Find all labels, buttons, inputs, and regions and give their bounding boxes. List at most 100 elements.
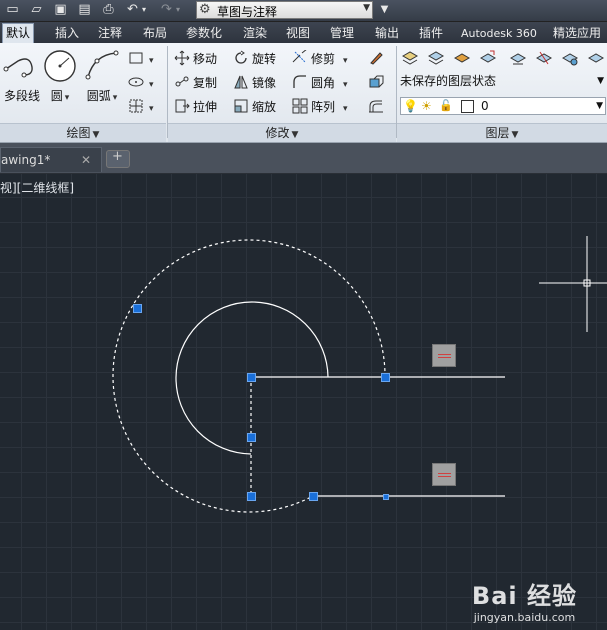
redo-icon[interactable]: ↷ (158, 2, 175, 18)
saveas-icon[interactable]: ▤ (76, 2, 93, 18)
offset-button[interactable] (368, 97, 387, 117)
grip[interactable] (381, 373, 390, 382)
redo-dropdown-icon[interactable]: ▾ (174, 2, 182, 18)
workspace-label: 草图与注释 (217, 5, 278, 19)
move-icon (174, 50, 190, 66)
stretch-icon (175, 99, 190, 113)
tab-autodesk-360[interactable]: Autodesk 360 (458, 24, 540, 43)
layers-panel-title[interactable]: 图层 ▼ (397, 123, 607, 142)
layer-off-icon (588, 53, 604, 63)
tab-manage[interactable]: 管理 (327, 24, 357, 43)
layer-states-icon (428, 51, 444, 65)
fillet-button[interactable]: 圆角 ▾ (292, 73, 348, 93)
document-tab[interactable]: awing1* ✕ (0, 147, 102, 172)
explode-icon (369, 75, 384, 88)
layer-freeze-icon (562, 53, 578, 66)
layer-previous-icon (480, 50, 496, 63)
document-tab-name: awing1* (1, 153, 51, 167)
fillet-label: 圆角 (311, 76, 336, 90)
save-icon[interactable]: ▣ (52, 2, 69, 18)
layer-freeze-button[interactable] (562, 49, 581, 69)
array-label: 阵列 (311, 100, 336, 114)
layer-properties-button[interactable] (402, 49, 421, 69)
current-layer-name: 0 (481, 99, 489, 113)
mirror-label: 镜像 (252, 76, 277, 90)
mirror-icon (234, 75, 248, 89)
erase-button[interactable] (368, 49, 387, 69)
chevron-down-icon: ▼ (596, 101, 603, 111)
print-icon[interactable]: ⎙ (100, 2, 117, 18)
circle-button[interactable]: 圆 ▾ (38, 47, 82, 109)
grip[interactable] (247, 373, 256, 382)
tab-plugins[interactable]: 插件 (416, 24, 446, 43)
move-button[interactable]: 移动 (174, 49, 217, 69)
layer-off-button[interactable] (588, 49, 607, 69)
layer-unisolate-icon (536, 51, 552, 65)
tab-view[interactable]: 视图 (283, 24, 313, 43)
hatch-icon (129, 99, 143, 113)
layer-state-dropdown[interactable]: 未保存的图层状态 ▼ (400, 73, 606, 91)
tab-parametric[interactable]: 参数化 (183, 24, 225, 43)
workspace-selector[interactable]: ⚙ 草图与注释 ▼ (196, 1, 373, 19)
ribbon: 多段线 圆 ▾ 圆弧 ▾ ▾ ▾ ▾ 绘图 ▼ 移动 旋转 修剪 ▾ 复制 镜像… (0, 43, 607, 143)
layer-properties-icon (402, 51, 418, 65)
layer-previous-button[interactable] (480, 49, 499, 69)
layer-color-swatch (461, 100, 474, 113)
hatch-button[interactable]: ▾ (128, 97, 154, 117)
copy-label: 复制 (193, 76, 218, 90)
tab-render[interactable]: 渲染 (240, 24, 270, 43)
modify-panel-title[interactable]: 修改 ▼ (168, 123, 396, 142)
rotate-button[interactable]: 旋转 (233, 49, 276, 69)
new-tab-button[interactable]: + (106, 149, 130, 168)
layer-unisolate-button[interactable] (536, 49, 555, 69)
lightbulb-icon: 💡 (403, 99, 418, 113)
drawing-geometry (112, 236, 607, 513)
tab-annotate[interactable]: 注释 (95, 24, 125, 43)
ribbon-tabs: 默认 插入 注释 布局 参数化 渲染 视图 管理 输出 插件 Autodesk … (0, 22, 607, 43)
undo-dropdown-icon[interactable]: ▾ (140, 2, 148, 18)
rotate-icon (235, 50, 247, 64)
new-icon[interactable]: ▭ (4, 2, 21, 18)
layer-match-button[interactable] (454, 49, 473, 69)
tab-featured-apps[interactable]: 精选应用 (550, 24, 604, 43)
copy-icon (175, 76, 189, 87)
mirror-button[interactable]: 镜像 (233, 73, 276, 93)
stretch-button[interactable]: 拉伸 (174, 97, 217, 117)
undo-icon[interactable]: ↶ (124, 2, 141, 18)
layer-isolate-button[interactable] (510, 49, 529, 69)
tab-default[interactable]: 默认 (2, 23, 35, 43)
current-layer-dropdown[interactable]: 💡 ☀ 🔓 0 ▼ (400, 97, 606, 115)
constraint-badge[interactable] (432, 463, 456, 486)
grip[interactable] (383, 494, 389, 500)
explode-button[interactable] (368, 73, 387, 93)
customize-toolbar-icon[interactable]: ▼ (376, 2, 393, 18)
array-icon (292, 98, 308, 114)
arc-button[interactable]: 圆弧 ▾ (80, 47, 124, 109)
grip[interactable] (247, 492, 256, 501)
grip[interactable] (133, 304, 142, 313)
grip[interactable] (247, 433, 256, 442)
trim-button[interactable]: 修剪 ▾ (292, 49, 348, 69)
array-button[interactable]: 阵列 ▾ (292, 97, 348, 117)
chevron-down-icon: ▼ (363, 3, 370, 13)
rectangle-icon (129, 52, 143, 64)
grip[interactable] (309, 492, 318, 501)
ellipse-button[interactable]: ▾ (128, 73, 154, 93)
fillet-icon (293, 75, 306, 88)
close-icon[interactable]: ✕ (81, 148, 91, 172)
rectangle-button[interactable]: ▾ (128, 49, 154, 69)
trim-label: 修剪 (311, 52, 336, 66)
stretch-label: 拉伸 (193, 100, 218, 114)
tab-output[interactable]: 输出 (372, 24, 402, 43)
tab-insert[interactable]: 插入 (52, 24, 82, 43)
drawing-canvas[interactable]: 视][二维线框] Bai 经验 jingyan.baidu.com (0, 174, 607, 630)
copy-button[interactable]: 复制 (174, 73, 217, 93)
tab-layout[interactable]: 布局 (140, 24, 170, 43)
scale-button[interactable]: 缩放 (233, 97, 276, 117)
open-icon[interactable]: ▱ (28, 2, 45, 18)
circle-label: 圆 ▾ (50, 89, 70, 103)
layer-states-button[interactable] (428, 49, 447, 69)
draw-panel-title[interactable]: 绘图 ▼ (0, 123, 166, 142)
constraint-badge[interactable] (432, 344, 456, 367)
arc-label: 圆弧 ▾ (86, 89, 118, 103)
